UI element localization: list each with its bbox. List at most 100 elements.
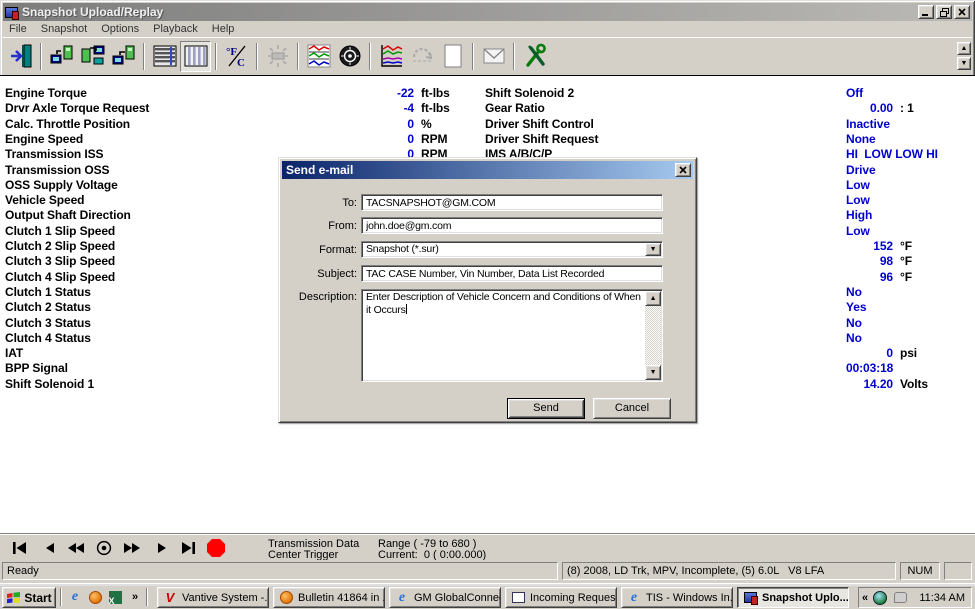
menu-snapshot[interactable]: Snapshot (35, 22, 95, 36)
start-button[interactable]: Start (2, 587, 56, 608)
transfer-files-icon[interactable] (77, 41, 108, 72)
param-unit: °F (900, 270, 912, 284)
data-row[interactable]: Engine Speed0RPMDriver Shift RequestNone (0, 132, 975, 147)
restore-button[interactable] (936, 5, 952, 19)
gauge-icon[interactable] (334, 41, 365, 72)
param-value: No (846, 331, 862, 345)
quicklaunch-overflow-chevron[interactable]: » (126, 588, 144, 606)
taskbar-task[interactable]: Vantive System -... (157, 587, 269, 608)
line-graph-icon[interactable] (375, 41, 406, 72)
messenger-icon[interactable] (892, 590, 908, 606)
exit-icon[interactable] (5, 41, 36, 72)
toolbar-separator (256, 43, 258, 70)
toolbar-scroll-down-icon[interactable]: ▼ (957, 57, 971, 70)
param-name: Shift Solenoid 2 (485, 86, 574, 100)
param-name: Driver Shift Control (485, 117, 594, 131)
param-unit: Volts (900, 377, 928, 391)
param-value: No (846, 285, 862, 299)
toolbar-separator (369, 43, 371, 70)
from-label: From: (285, 220, 357, 232)
playback-bar: Transmission Data Center Trigger Range (… (0, 533, 975, 560)
excel-quicklaunch-icon[interactable] (106, 588, 124, 606)
data-row[interactable]: Calc. Throttle Position0%Driver Shift Co… (0, 117, 975, 132)
step-back-icon[interactable] (38, 538, 62, 558)
status-vehicle-info: (8) 2008, LD Trk, MPV, Incomplete, (5) 6… (562, 562, 896, 580)
tools-icon[interactable] (519, 41, 550, 72)
scroll-up-icon[interactable]: ▲ (645, 291, 661, 306)
stop-record-icon[interactable] (204, 538, 228, 558)
network-globe-icon[interactable] (872, 590, 888, 606)
param-name: Output Shaft Direction (5, 208, 131, 222)
status-ready: Ready (2, 562, 558, 580)
taskbar-task[interactable]: Bulletin 41864 in ... (273, 587, 385, 608)
param-value: Drive (846, 163, 876, 177)
subject-field[interactable] (361, 265, 663, 282)
strip-chart-icon[interactable] (303, 41, 334, 72)
row-view-icon[interactable] (149, 41, 180, 72)
data-row[interactable]: Engine Torque-22ft-lbsShift Solenoid 2Of… (0, 86, 975, 101)
play-icon[interactable] (150, 538, 174, 558)
ie-quicklaunch-icon[interactable] (66, 588, 84, 606)
param-name: Calc. Throttle Position (5, 117, 130, 131)
menu-help[interactable]: Help (206, 22, 243, 36)
toolbar: °F C (3, 37, 972, 74)
menu-file[interactable]: File (3, 22, 35, 36)
dialog-close-button[interactable] (675, 163, 691, 177)
param-value: No (846, 316, 862, 330)
fahrenheit-celsius-icon[interactable]: °F C (221, 41, 252, 72)
send-button[interactable]: Send (507, 398, 585, 419)
param-value: High (846, 208, 872, 222)
chevron-down-icon[interactable]: ▼ (645, 243, 661, 256)
new-file-icon[interactable] (437, 41, 468, 72)
cancel-button[interactable]: Cancel (593, 398, 671, 419)
email-icon[interactable] (478, 41, 509, 72)
taskbar-task[interactable]: TIS - Windows In... (621, 587, 733, 608)
format-dropdown[interactable]: Snapshot (*.sur) ▼ (361, 241, 663, 258)
subject-label: Subject: (285, 268, 357, 280)
upload-to-pc-icon[interactable] (46, 41, 77, 72)
task-label: Vantive System -... (182, 592, 269, 604)
skip-start-icon[interactable] (8, 538, 32, 558)
status-num-lock: NUM (900, 562, 940, 580)
param-name: Clutch 3 Slip Speed (5, 254, 115, 268)
param-value: 0 (328, 117, 414, 131)
data-row[interactable]: Drvr Axle Torque Request-4ft-lbsGear Rat… (0, 101, 975, 116)
rewind-icon[interactable] (64, 538, 88, 558)
restore-icon (940, 8, 949, 17)
minimize-button[interactable] (918, 5, 934, 19)
task-label: Snapshot Uplo... (762, 592, 849, 604)
replay-icon[interactable] (406, 41, 437, 72)
download-to-device-icon[interactable] (108, 41, 139, 72)
param-value: Off (846, 86, 863, 100)
column-view-icon[interactable] (180, 41, 211, 72)
to-field[interactable] (361, 194, 663, 211)
ball-quicklaunch-icon[interactable] (86, 588, 104, 606)
send-email-dialog: Send e-mail To: From: Format: Snapshot (… (278, 157, 697, 423)
tray-chevron[interactable]: « (862, 592, 868, 604)
toolbar-separator (297, 43, 299, 70)
toolbar-scroll-up-icon[interactable]: ▲ (957, 42, 971, 55)
menu-options[interactable]: Options (95, 22, 147, 36)
close-button[interactable] (954, 5, 970, 19)
task-label: Incoming Reques... (530, 592, 617, 604)
status-spare-panel (944, 562, 972, 580)
description-field[interactable]: Enter Description of Vehicle Concern and… (361, 289, 663, 382)
menu-playback[interactable]: Playback (147, 22, 206, 36)
led-display-icon[interactable] (262, 41, 293, 72)
description-scrollbar[interactable]: ▲ ▼ (645, 291, 661, 380)
from-field[interactable] (361, 217, 663, 234)
scroll-down-icon[interactable]: ▼ (645, 365, 661, 380)
taskbar-task[interactable]: GM GlobalConnec... (389, 587, 501, 608)
param-name: Clutch 4 Slip Speed (5, 270, 115, 284)
taskbar-divider (60, 588, 62, 606)
taskbar-task[interactable]: Incoming Reques... (505, 587, 617, 608)
ball-icon (278, 590, 294, 606)
center-trigger-icon[interactable] (92, 538, 116, 558)
skip-end-icon[interactable] (176, 538, 200, 558)
param-value: 98 (846, 254, 893, 268)
taskbar-task[interactable]: Snapshot Uplo... (737, 587, 849, 608)
fast-forward-icon[interactable] (120, 538, 144, 558)
param-name: Clutch 3 Status (5, 316, 91, 330)
task-label: TIS - Windows In... (646, 592, 733, 604)
param-value: Inactive (846, 117, 890, 131)
